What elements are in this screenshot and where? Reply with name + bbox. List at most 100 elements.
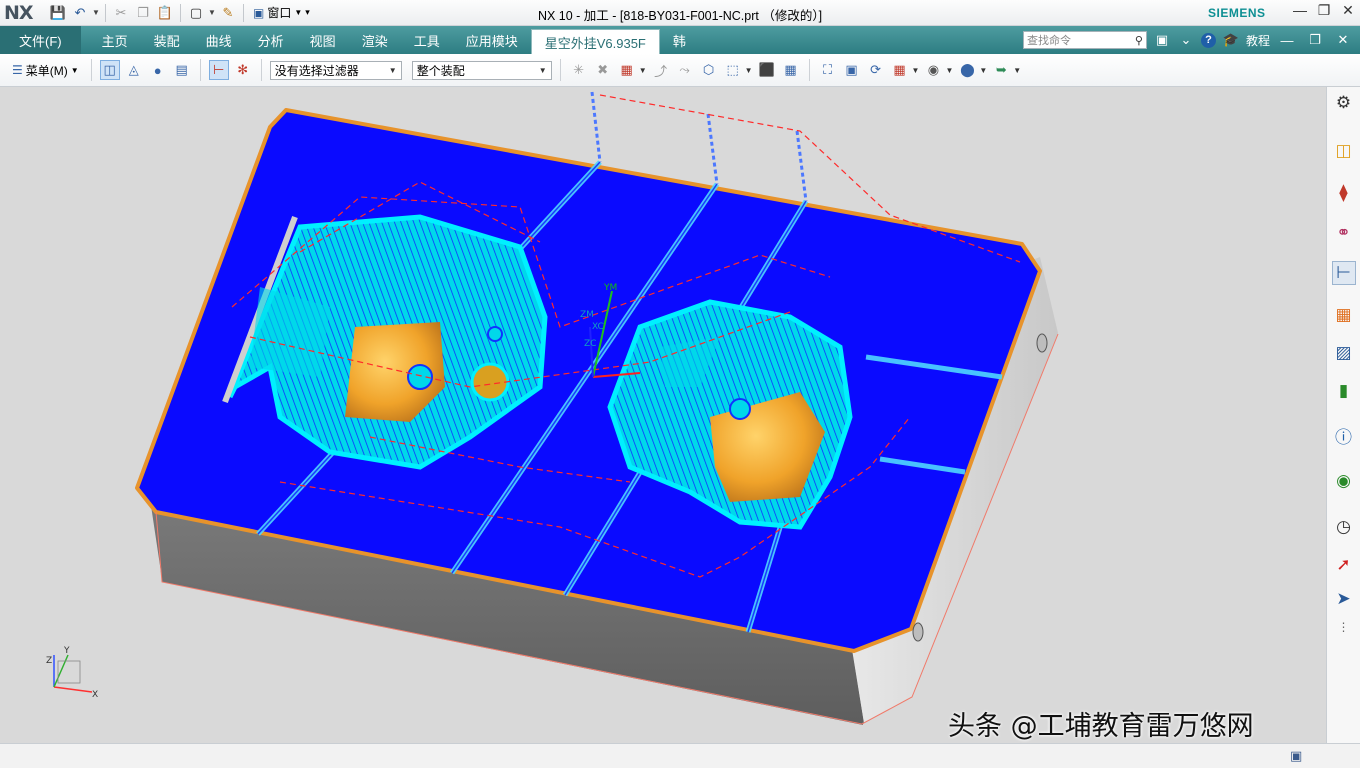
curve-rule-icon[interactable]: ⤴ xyxy=(651,60,671,80)
rectangle-select-icon[interactable]: ⬚ xyxy=(723,60,743,80)
model-view[interactable]: YM ZM XC ZC X Y Z xyxy=(0,87,1326,743)
full-screen-icon[interactable]: ▣ xyxy=(1153,32,1171,48)
select-feature-icon[interactable]: ◫ xyxy=(99,60,120,80)
snap-icon[interactable]: ✻ xyxy=(233,60,253,80)
process-studio-icon[interactable]: ➤ xyxy=(1332,587,1356,611)
render-style-icon[interactable]: ◉ xyxy=(923,60,943,80)
doc-close-icon[interactable]: ✕ xyxy=(1332,32,1354,48)
undo-icon[interactable]: ↶ xyxy=(70,3,90,23)
block-icon[interactable]: ⬛ xyxy=(757,60,777,80)
shaded-dropdown-icon[interactable]: ▼ xyxy=(979,66,987,75)
deselect-icon[interactable]: ✖ xyxy=(593,60,613,80)
menu-button[interactable]: ☰ 菜单(M) ▼ xyxy=(8,62,83,79)
menu-dropdown-icon: ▼ xyxy=(70,65,79,75)
menu-label: 菜单(M) xyxy=(25,63,68,78)
rectangle-select-dropdown-icon[interactable]: ▼ xyxy=(745,66,753,75)
tab-home[interactable]: 主页 xyxy=(89,26,141,54)
tutorial-icon[interactable]: 🎓 xyxy=(1222,32,1240,48)
copy-icon[interactable]: ❐ xyxy=(133,3,153,23)
solid-icon[interactable]: ▦ xyxy=(781,60,801,80)
wcs-xc-label: XC xyxy=(592,322,604,332)
graphics-window[interactable]: YM ZM XC ZC X Y Z xyxy=(0,87,1326,743)
command-search-input[interactable]: 查找命令 ⚲ xyxy=(1022,31,1147,49)
wcs-zm-label: ZM xyxy=(580,310,594,320)
assembly-scope-value: 整个装配 xyxy=(416,63,465,78)
tab-han[interactable]: 韩 xyxy=(660,26,699,54)
more-resources-icon[interactable]: ⋮ xyxy=(1332,615,1356,639)
ribbon-bar: 文件(F) 主页 装配 曲线 分析 视图 渲染 工具 应用模块 星空外挂V6.9… xyxy=(0,26,1360,54)
tab-file[interactable]: 文件(F) xyxy=(0,26,81,54)
tutorial-label[interactable]: 教程 xyxy=(1246,32,1270,49)
title-bar: NX 💾 ↶ ▼ ✂ ❐ 📋 ▢ ▼ ✎ ▣ 窗口 ▼ ▾ NX 10 - 加工… xyxy=(0,0,1360,26)
side-hole-2 xyxy=(912,622,924,642)
point-snap-icon[interactable]: ⬡ xyxy=(699,60,719,80)
select-body-icon[interactable]: ● xyxy=(148,60,168,80)
orient-view-dropdown-icon[interactable]: ▼ xyxy=(912,66,920,75)
selection-mode-icon[interactable]: ▦ xyxy=(617,60,637,80)
operation-navigator-icon[interactable]: ⊢ xyxy=(1331,261,1356,285)
doc-minimize-icon[interactable]: — xyxy=(1276,33,1298,48)
settings-gear-icon[interactable]: ⚙ xyxy=(1332,91,1356,115)
fit-view-icon[interactable]: ⛶ xyxy=(818,60,838,80)
tab-curve[interactable]: 曲线 xyxy=(193,26,245,54)
tab-application[interactable]: 应用模块 xyxy=(453,26,531,54)
doc-restore-icon[interactable]: ❐ xyxy=(1304,32,1326,48)
select-all-icon[interactable]: ✳ xyxy=(569,60,589,80)
window-style-icon[interactable]: ▢ xyxy=(186,3,206,23)
tab-view[interactable]: 视图 xyxy=(297,26,349,54)
chevron-down-icon: ▼ xyxy=(388,65,397,75)
save-icon[interactable]: 💾 xyxy=(48,3,68,23)
edit-section-icon[interactable]: ➥ xyxy=(991,60,1011,80)
history-clock-icon[interactable]: ◷ xyxy=(1332,515,1356,539)
edit-section-dropdown-icon[interactable]: ▼ xyxy=(1013,66,1021,75)
nx-logo: NX xyxy=(4,1,34,24)
window-menu[interactable]: ▣ 窗口 ▼ ▾ xyxy=(253,4,310,21)
orient-view-icon[interactable]: ▦ xyxy=(890,60,910,80)
ribbon-right-tools: 查找命令 ⚲ ▣ ⌄ ? 🎓 教程 — ❐ ✕ xyxy=(1022,26,1360,54)
tab-analysis[interactable]: 分析 xyxy=(245,26,297,54)
selection-toolbar: ☰ 菜单(M) ▼ ◫ ◬ ● ▤ ⊢ ✻ 没有选择过滤器 ▼ 整个装配 ▼ ✳… xyxy=(0,54,1360,87)
tab-plugin[interactable]: 星空外挂V6.935F xyxy=(530,29,660,54)
assembly-navigator-icon[interactable]: ⧫ xyxy=(1332,181,1356,205)
status-window-icon[interactable]: ▣ xyxy=(1290,748,1302,764)
part-navigator-icon[interactable]: ◫ xyxy=(1332,139,1356,163)
cut-icon[interactable]: ✂ xyxy=(111,3,131,23)
reuse-library-icon[interactable]: ▨ xyxy=(1332,341,1356,365)
selection-filter-dropdown[interactable]: 没有选择过滤器 ▼ xyxy=(269,60,402,80)
paste-icon[interactable]: 📋 xyxy=(155,3,175,23)
selection-mode-dropdown-icon[interactable]: ▼ xyxy=(639,66,647,75)
tab-render[interactable]: 渲染 xyxy=(349,26,401,54)
assembly-scope-dropdown[interactable]: 整个装配 ▼ xyxy=(411,60,552,80)
constraint-navigator-icon[interactable]: ⚭ xyxy=(1332,221,1356,245)
view-triad: X Y Z xyxy=(46,646,98,700)
web-browser-icon[interactable]: ◉ xyxy=(1332,469,1356,493)
rotate-icon[interactable]: ⟳ xyxy=(866,60,886,80)
face-rule-icon[interactable]: ⤳ xyxy=(675,60,695,80)
select-component-icon[interactable]: ◬ xyxy=(124,60,144,80)
window-dropdown-icon: ▼ xyxy=(294,8,303,17)
undo-dropdown-icon[interactable]: ▼ xyxy=(92,8,100,17)
tab-assembly[interactable]: 装配 xyxy=(141,26,193,54)
restore-icon[interactable]: ❐ xyxy=(1312,2,1336,19)
shaded-icon[interactable]: ⬤ xyxy=(957,60,977,80)
render-style-dropdown-icon[interactable]: ▼ xyxy=(945,66,953,75)
select-face-icon[interactable]: ▤ xyxy=(172,60,192,80)
window-style-dropdown-icon[interactable]: ▼ xyxy=(208,8,216,17)
close-icon[interactable]: ✕ xyxy=(1336,2,1360,19)
info-icon[interactable]: ⓘ xyxy=(1332,423,1356,447)
wcs-icon[interactable]: ⊢ xyxy=(208,60,229,80)
search-icon: ⚲ xyxy=(1134,34,1143,47)
zoom-icon[interactable]: ▣ xyxy=(842,60,862,80)
triad-y-label: Y xyxy=(63,646,70,656)
touch-mode-icon[interactable]: ✎ xyxy=(218,3,238,23)
tab-tools[interactable]: 工具 xyxy=(401,26,453,54)
customize-dropdown-icon[interactable]: ▾ xyxy=(305,7,310,18)
visualization-icon[interactable]: ➚ xyxy=(1332,553,1356,577)
ribbon-collapse-icon[interactable]: ⌄ xyxy=(1177,32,1195,48)
help-icon[interactable]: ? xyxy=(1200,32,1216,48)
watermark-text: 头条 @工埔教育雷万悠网 xyxy=(948,711,1254,742)
roles-icon[interactable]: ▮ xyxy=(1332,379,1356,403)
minimize-icon[interactable]: — xyxy=(1288,2,1312,19)
machine-tool-icon[interactable]: ▦ xyxy=(1332,303,1356,327)
side-hole-1 xyxy=(1036,333,1048,353)
